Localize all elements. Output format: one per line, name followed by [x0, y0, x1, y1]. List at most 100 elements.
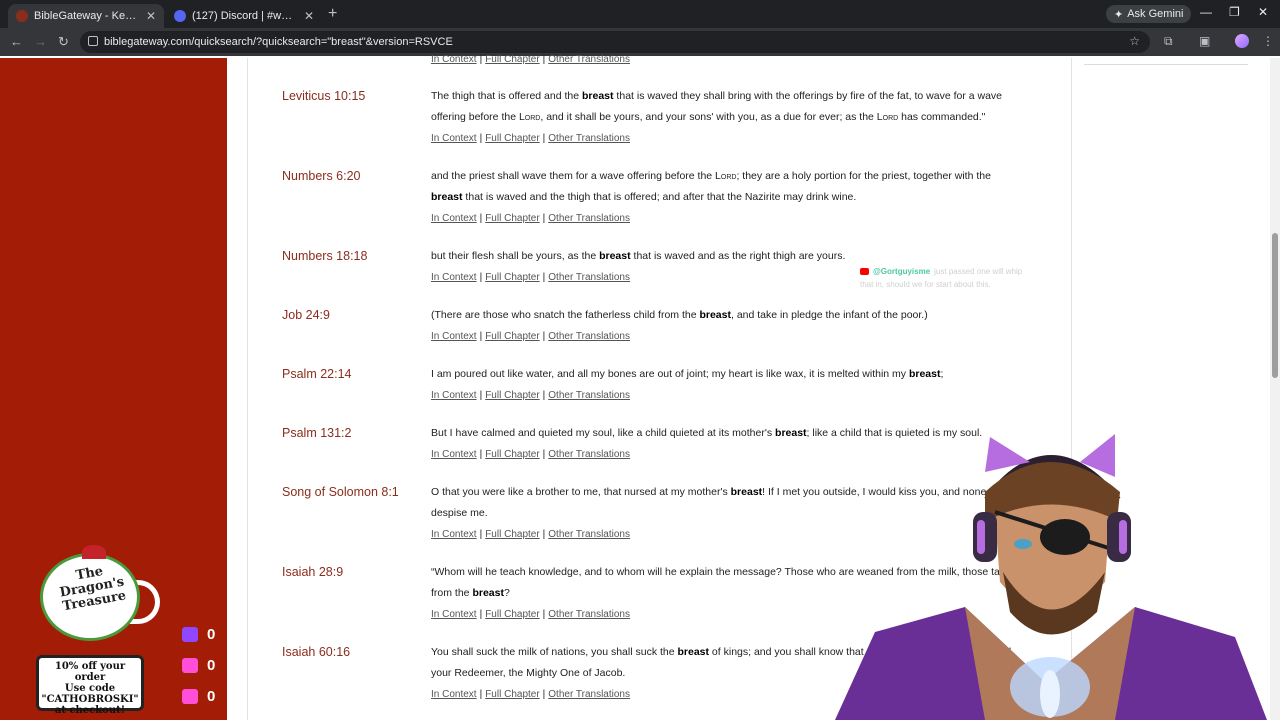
promo-line: 10% off your order: [54, 661, 126, 683]
other-translations-link[interactable]: Other Translations: [548, 213, 630, 224]
verse-reference-link[interactable]: Numbers 6:20: [282, 169, 361, 183]
full-chapter-link[interactable]: Full Chapter: [485, 449, 539, 460]
verse-reference-link[interactable]: Isaiah 60:16: [282, 645, 350, 659]
in-context-link[interactable]: In Context: [431, 529, 477, 540]
full-chapter-link[interactable]: Full Chapter: [485, 272, 539, 283]
kick-icon: [182, 689, 198, 704]
verse-reference-link[interactable]: Song of Solomon 8:1: [282, 485, 399, 499]
full-chapter-link[interactable]: Full Chapter: [485, 609, 539, 620]
other-translations-link[interactable]: Other Translations: [548, 331, 630, 342]
tab-biblegateway[interactable]: BibleGateway - Keyword Search ✕: [8, 4, 164, 28]
minimize-icon[interactable]: —: [1200, 5, 1212, 19]
verse-reference-link[interactable]: Psalm 22:14: [282, 367, 351, 381]
verse-text: and the priest shall wave them for a wav…: [431, 170, 991, 203]
full-chapter-link[interactable]: Full Chapter: [485, 331, 539, 342]
full-chapter-link[interactable]: Full Chapter: [485, 689, 539, 700]
in-context-link[interactable]: In Context: [431, 609, 477, 620]
in-context-link[interactable]: In Context: [431, 213, 477, 224]
twitch-count: 0: [207, 626, 216, 643]
other-translations-link[interactable]: Other Translations: [548, 689, 630, 700]
full-chapter-link[interactable]: Full Chapter: [485, 54, 539, 65]
verse-reference-link[interactable]: Job 24:9: [282, 308, 330, 322]
youtube-icon: [182, 658, 198, 673]
other-translations-link[interactable]: Other Translations: [548, 54, 630, 65]
in-context-link[interactable]: In Context: [431, 272, 477, 283]
tab-title: (127) Discord | #wordle-addicts: [192, 10, 298, 22]
in-context-link[interactable]: In Context: [431, 449, 477, 460]
side-panel-icon[interactable]: ▣: [1199, 34, 1210, 48]
other-translations-link[interactable]: Other Translations: [548, 133, 630, 144]
forward-icon[interactable]: →: [34, 34, 47, 49]
verse-reference-link[interactable]: Isaiah 28:9: [282, 565, 343, 579]
discord-favicon-icon: [174, 10, 186, 22]
promo-banner: 10% off your order Use code "CATHOBROSKI…: [36, 655, 144, 716]
in-context-link[interactable]: In Context: [431, 54, 477, 65]
verse-text: I am poured out like water, and all my b…: [431, 368, 944, 380]
close-tab-icon[interactable]: ✕: [304, 9, 314, 23]
in-context-link[interactable]: In Context: [431, 331, 477, 342]
result-links: In Context | Full Chapter | Other Translatio…: [431, 213, 630, 224]
result-links: In Context | Full Chapter | Other Translatio…: [431, 529, 630, 540]
result-links: In Context | Full Chapter | Other Translatio…: [431, 449, 630, 460]
extensions-icon[interactable]: ⧉: [1164, 34, 1173, 49]
site-info-icon[interactable]: [88, 36, 98, 46]
biblegateway-favicon-icon: [16, 10, 28, 22]
scrollbar-thumb[interactable]: [1272, 233, 1278, 378]
chat-username: @Gortguyisme: [873, 267, 931, 276]
sparkle-icon: ✦: [1114, 8, 1124, 21]
promo-line: Use code: [64, 683, 116, 694]
stream-chat-message: @Gortguyisme just passed one will whip th…: [860, 265, 1030, 291]
in-context-link[interactable]: In Context: [431, 689, 477, 700]
maximize-icon[interactable]: ❐: [1229, 5, 1240, 19]
other-translations-link[interactable]: Other Translations: [548, 272, 630, 283]
url-text: biblegateway.com/quicksearch/?quicksearc…: [104, 36, 453, 48]
verse-text: but their flesh shall be yours, as the b…: [431, 250, 846, 262]
other-translations-link[interactable]: Other Translations: [548, 529, 630, 540]
youtube-counter: 0: [182, 657, 215, 674]
back-icon[interactable]: ←: [10, 34, 23, 49]
in-context-link[interactable]: In Context: [431, 133, 477, 144]
kick-count: 0: [207, 688, 216, 705]
full-chapter-link[interactable]: Full Chapter: [485, 213, 539, 224]
verse-text: (There are those who snatch the fatherle…: [431, 309, 928, 321]
result-links: In Context | Full Chapter | Other Translatio…: [431, 54, 630, 65]
result-links: In Context | Full Chapter | Other Translatio…: [431, 331, 630, 342]
tab-discord[interactable]: (127) Discord | #wordle-addicts ✕: [166, 4, 322, 28]
youtube-count: 0: [207, 657, 216, 674]
vtuber-avatar: [835, 434, 1267, 720]
other-translations-link[interactable]: Other Translations: [548, 449, 630, 460]
other-translations-link[interactable]: Other Translations: [548, 390, 630, 401]
result-links: In Context | Full Chapter | Other Translatio…: [431, 133, 630, 144]
menu-icon[interactable]: ⋮: [1262, 34, 1274, 48]
promo-line: "CATHOBROSKI": [41, 694, 139, 705]
profile-avatar[interactable]: [1235, 34, 1249, 48]
youtube-icon: [860, 268, 869, 276]
result-links: In Context | Full Chapter | Other Translatio…: [431, 272, 630, 283]
dragons-treasure-logo: The Dragon's Treasure: [30, 545, 160, 645]
in-context-link[interactable]: In Context: [431, 390, 477, 401]
full-chapter-link[interactable]: Full Chapter: [485, 133, 539, 144]
other-translations-link[interactable]: Other Translations: [548, 609, 630, 620]
full-chapter-link[interactable]: Full Chapter: [485, 529, 539, 540]
close-window-icon[interactable]: ✕: [1258, 5, 1268, 19]
browser-toolbar: ← → ↻ biblegateway.com/quicksearch/?quic…: [0, 28, 1280, 56]
twitch-icon: [182, 627, 198, 642]
kick-counter: 0: [182, 688, 215, 705]
address-bar[interactable]: biblegateway.com/quicksearch/?quicksearc…: [80, 31, 1150, 53]
ask-gemini-button[interactable]: ✦ Ask Gemini: [1106, 5, 1192, 23]
verse-reference-link[interactable]: Numbers 18:18: [282, 249, 367, 263]
verse-reference-link[interactable]: Leviticus 10:15: [282, 89, 365, 103]
result-links: In Context | Full Chapter | Other Translatio…: [431, 390, 630, 401]
full-chapter-link[interactable]: Full Chapter: [485, 390, 539, 401]
bookmark-star-icon[interactable]: ☆: [1129, 34, 1140, 48]
result-links: In Context | Full Chapter | Other Translatio…: [431, 609, 630, 620]
verse-reference-link[interactable]: Psalm 131:2: [282, 426, 351, 440]
twitch-counter: 0: [182, 626, 215, 643]
close-tab-icon[interactable]: ✕: [146, 9, 156, 23]
sidebar-divider: [1084, 64, 1248, 65]
promo-line: at checkout!: [54, 705, 126, 716]
new-tab-button[interactable]: +: [328, 5, 337, 23]
tab-bar: BibleGateway - Keyword Search ✕ (127) Di…: [0, 0, 1280, 28]
reload-icon[interactable]: ↻: [58, 34, 69, 50]
ask-gemini-label: Ask Gemini: [1127, 8, 1184, 20]
